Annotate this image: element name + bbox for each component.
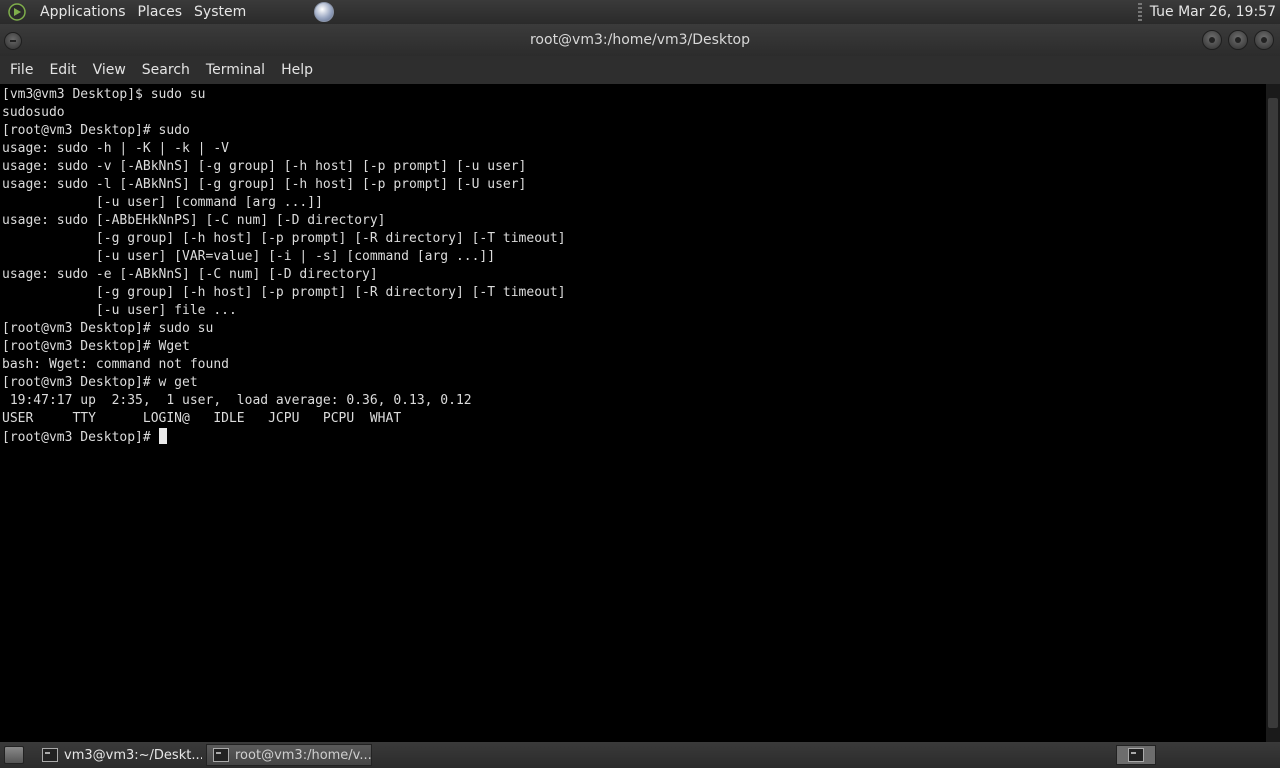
terminal-icon [1128,748,1144,762]
terminal-line: usage: sudo [-ABbEHkNnPS] [-C num] [-D d… [2,213,386,228]
places-menu[interactable]: Places [132,4,189,20]
web-browser-icon[interactable] [314,2,335,22]
task-label: root@vm3:/home/v... [235,747,372,763]
terminal-line: usage: sudo -e [-ABkNnS] [-C num] [-D di… [2,267,378,282]
system-menu[interactable]: System [188,4,252,20]
terminal-line: usage: sudo -h | -K | -k | -V [2,141,229,156]
taskbar-task-root-terminal[interactable]: root@vm3:/home/v... [206,744,372,766]
minimize-button[interactable] [1202,30,1222,50]
terminal-line: 19:47:17 up 2:35, 1 user, load average: … [2,393,472,408]
terminal-line: [-u user] file ... [2,303,237,318]
terminal-icon [213,748,229,762]
task-label: vm3@vm3:~/Deskt... [64,747,202,763]
bottom-taskbar: vm3@vm3:~/Deskt... root@vm3:/home/v... [0,742,1280,768]
terminal-prompt-line[interactable]: [root@vm3 Desktop]# [2,428,1266,447]
terminal-line: [vm3@vm3 Desktop]$ sudo su [2,87,206,102]
maximize-button[interactable] [1228,30,1248,50]
panel-grip-icon [1137,3,1142,21]
menu-edit[interactable]: Edit [41,58,84,82]
window-titlebar[interactable]: root@vm3:/home/vm3/Desktop [0,24,1280,56]
top-panel: Applications Places System Tue Mar 26, 1… [0,0,1280,24]
scrollbar-thumb[interactable] [1268,98,1278,728]
terminal-icon [42,748,58,762]
terminal-line: [root@vm3 Desktop]# w get [2,375,198,390]
terminal-line: USER TTY LOGIN@ IDLE JCPU PCPU WHAT [2,411,402,426]
terminal-line: [root@vm3 Desktop]# sudo su [2,321,214,336]
terminal-line: [root@vm3 Desktop]# Wget [2,339,190,354]
taskbar-task-vm3-terminal[interactable]: vm3@vm3:~/Deskt... [36,744,202,766]
window-menu-icon[interactable] [4,32,22,50]
terminal-line: [-g group] [-h host] [-p prompt] [-R dir… [2,285,566,300]
terminal-line: [root@vm3 Desktop]# sudo [2,123,190,138]
menu-file[interactable]: File [2,58,41,82]
terminal-line: usage: sudo -v [-ABkNnS] [-g group] [-h … [2,159,527,174]
window-title: root@vm3:/home/vm3/Desktop [529,32,751,48]
menu-terminal[interactable]: Terminal [198,58,273,82]
terminal-line: [-g group] [-h host] [-p prompt] [-R dir… [2,231,566,246]
text-cursor [158,428,167,444]
gnome-foot-icon[interactable] [6,1,28,23]
terminal-scrollbar[interactable] [1266,84,1280,742]
workspace-switcher[interactable] [1116,745,1156,765]
close-button[interactable] [1254,30,1274,50]
terminal-line: usage: sudo -l [-ABkNnS] [-g group] [-h … [2,177,527,192]
show-desktop-icon[interactable] [4,746,24,764]
terminal-prompt: [root@vm3 Desktop]# [2,430,159,445]
terminal-menubar: File Edit View Search Terminal Help [0,56,1280,84]
terminal-line: [-u user] [VAR=value] [-i | -s] [command… [2,249,496,264]
terminal-line: sudosudo [2,105,65,120]
menu-help[interactable]: Help [273,58,321,82]
applications-menu[interactable]: Applications [34,4,132,20]
terminal-line: bash: Wget: command not found [2,357,229,372]
menu-view[interactable]: View [85,58,134,82]
terminal-output[interactable]: [vm3@vm3 Desktop]$ sudo su sudosudo [root@… [0,84,1266,742]
panel-clock[interactable]: Tue Mar 26, 19:57 [1150,4,1280,20]
terminal-line: [-u user] [command [arg ...]] [2,195,323,210]
menu-search[interactable]: Search [134,58,198,82]
